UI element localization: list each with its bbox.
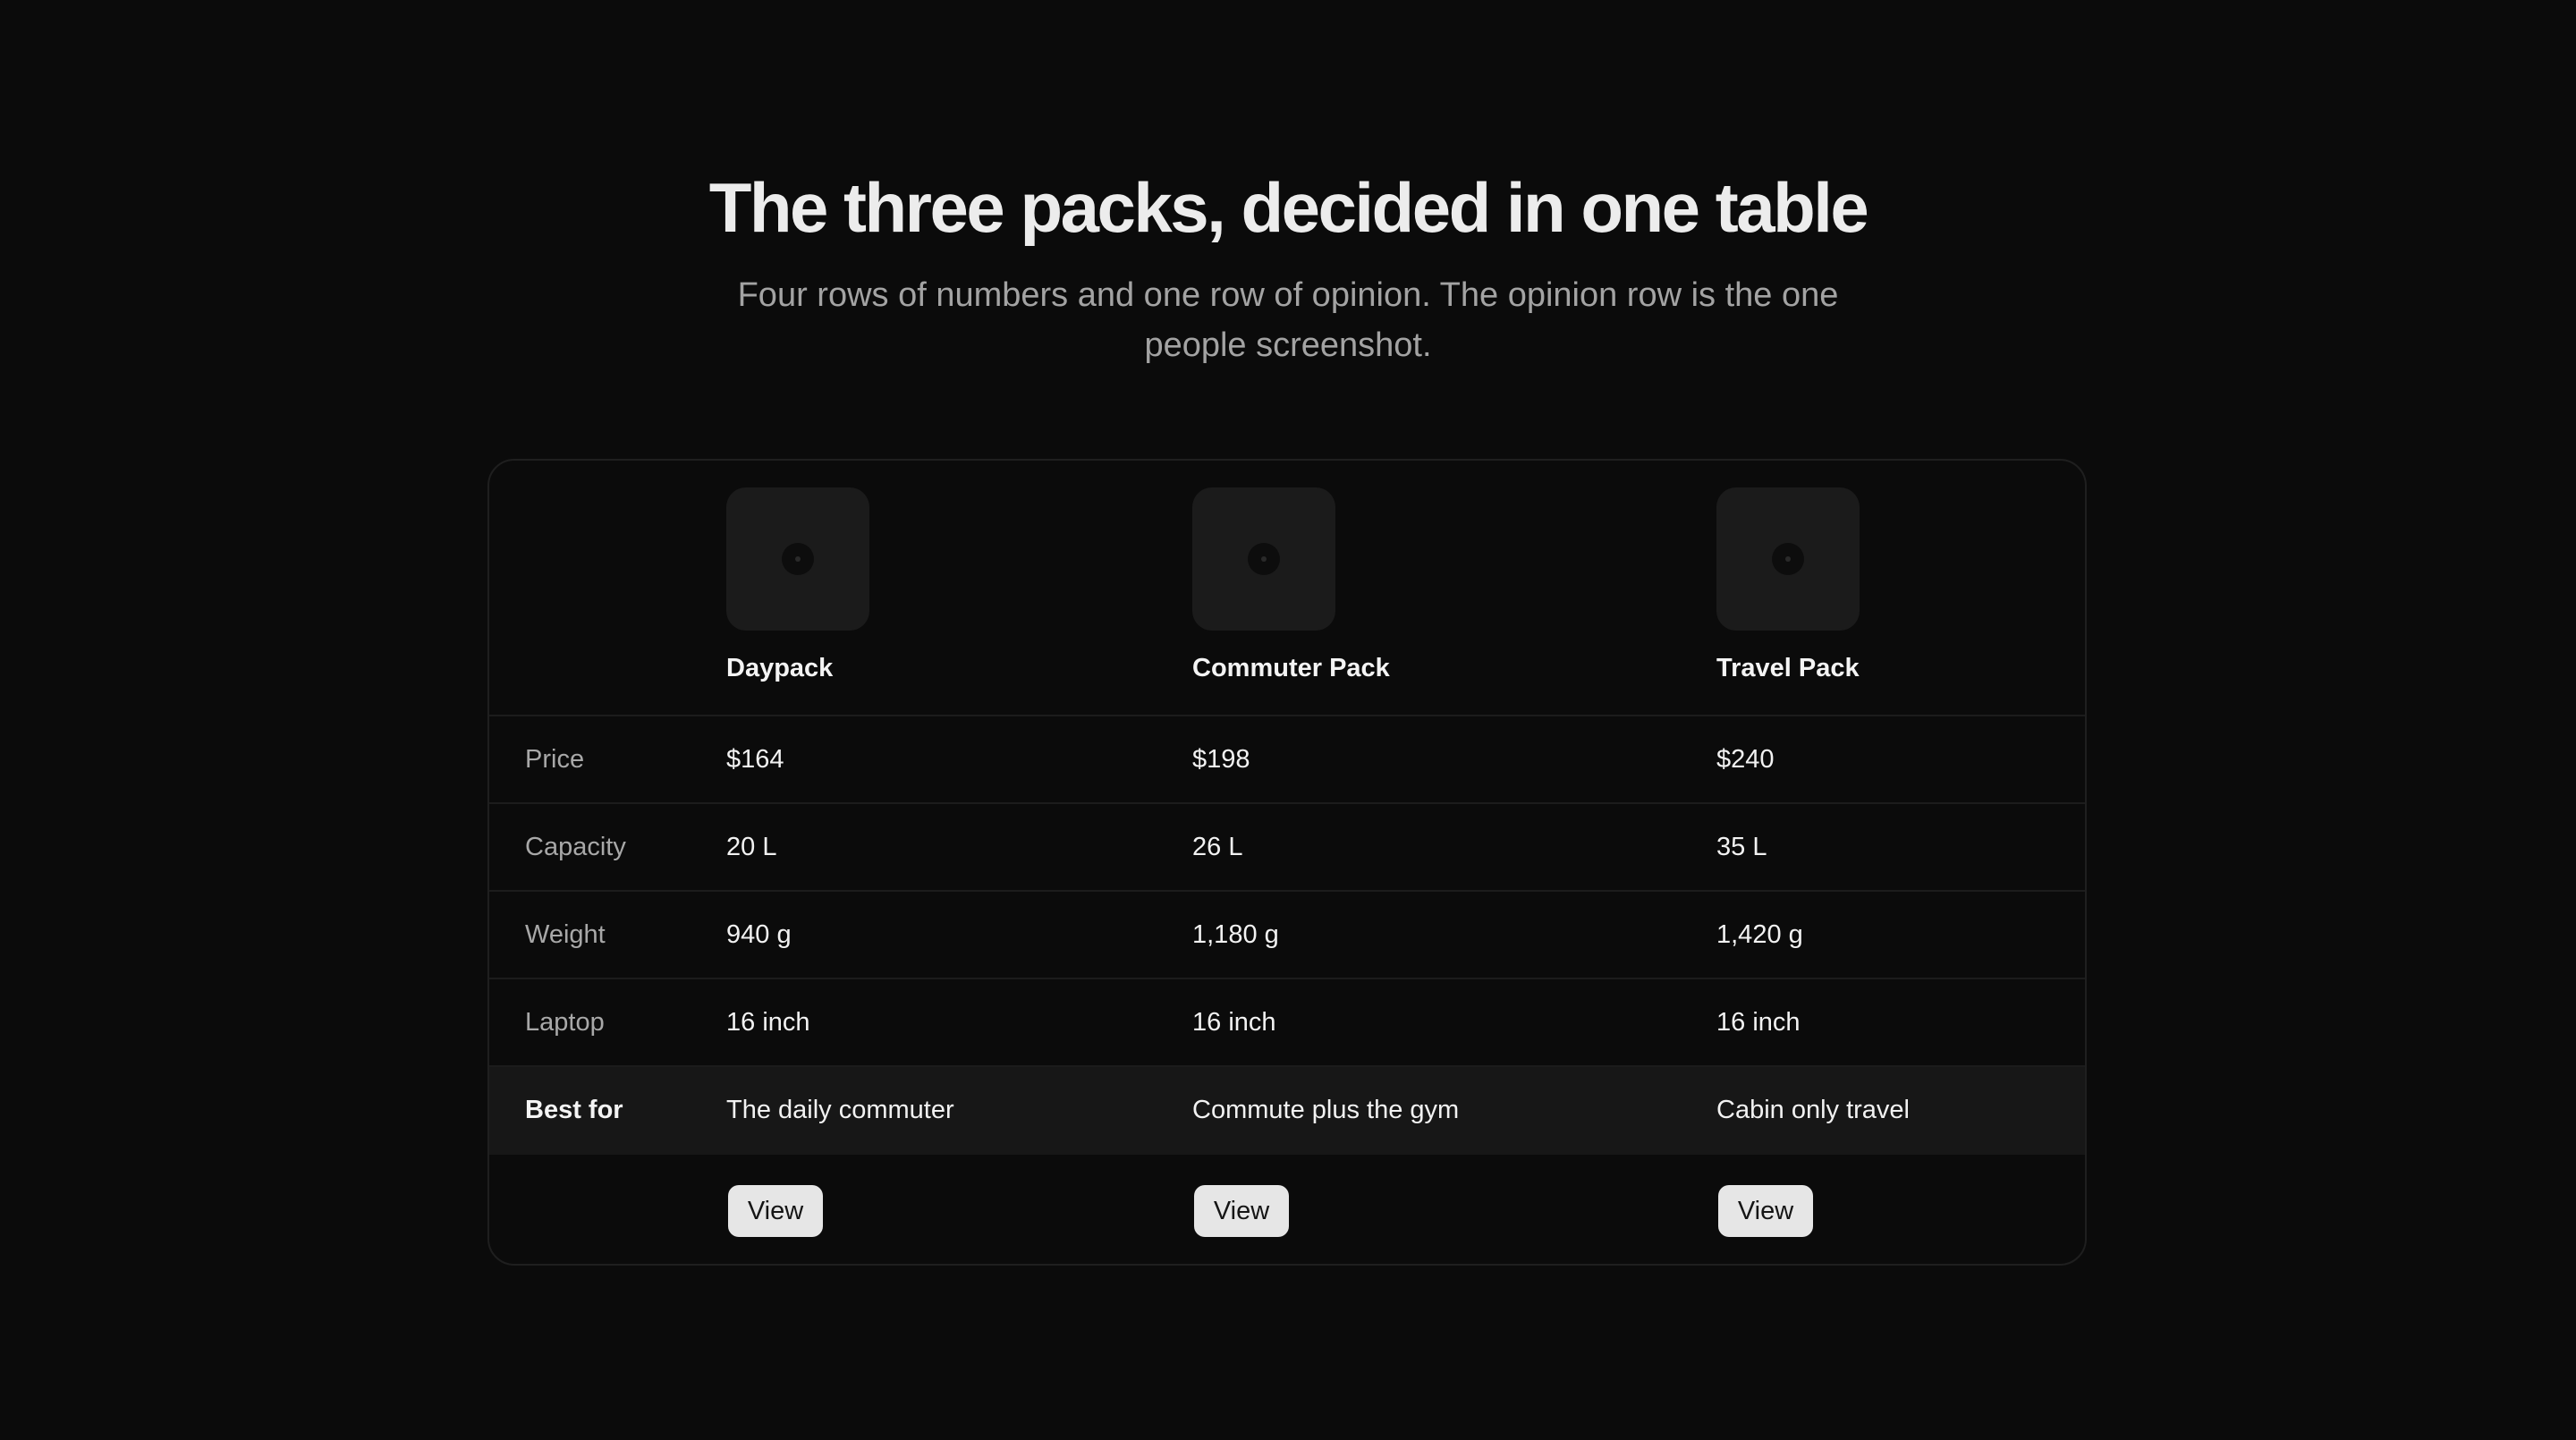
table-cell: 16 inch: [726, 1008, 810, 1037]
table-row-laptop: Laptop 16 inch 16 inch 16 inch: [489, 979, 2085, 1067]
table-cell: Cabin only travel: [1716, 1096, 1910, 1124]
table-row-price: Price $164 $198 $240: [489, 716, 2085, 804]
table-cell: The daily commuter: [726, 1096, 954, 1124]
page: The three packs, decided in one table Fo…: [0, 0, 2576, 1440]
product-image-placeholder-icon: [1716, 487, 1860, 631]
view-commuter-pack-button[interactable]: View: [1194, 1185, 1289, 1237]
table-cell: 16 inch: [1192, 1008, 1276, 1037]
product-name: Daypack: [726, 654, 834, 682]
row-label: Laptop: [525, 1008, 605, 1037]
table-cell: 16 inch: [1716, 1008, 1801, 1037]
table-cell: 20 L: [726, 833, 777, 861]
view-daypack-button[interactable]: View: [728, 1185, 823, 1237]
table-cell: 940 g: [726, 920, 792, 949]
comparison-table: Daypack Commuter Pack Travel Pack Price …: [487, 459, 2087, 1266]
view-travel-pack-button[interactable]: View: [1718, 1185, 1813, 1237]
product-name: Commuter Pack: [1192, 654, 1390, 682]
row-label: Capacity: [525, 833, 626, 861]
table-row-capacity: Capacity 20 L 26 L 35 L: [489, 804, 2085, 892]
row-label: Price: [525, 745, 585, 774]
table-cell: 35 L: [1716, 833, 1767, 861]
table-cell: 26 L: [1192, 833, 1243, 861]
table-cell: $198: [1192, 745, 1250, 774]
table-actions-row: View View View: [489, 1155, 2085, 1264]
table-cell: 1,420 g: [1716, 920, 1803, 949]
table-cell: $164: [726, 745, 784, 774]
product-header-daypack: Daypack: [726, 487, 869, 686]
product-image-placeholder-icon: [726, 487, 869, 631]
table-row-weight: Weight 940 g 1,180 g 1,420 g: [489, 892, 2085, 979]
product-header-travel-pack: Travel Pack: [1716, 487, 1860, 686]
page-subtitle: Four rows of numbers and one row of opin…: [737, 276, 1839, 364]
row-label: Weight: [525, 920, 606, 949]
table-cell: 1,180 g: [1192, 920, 1279, 949]
table-cell: Commute plus the gym: [1192, 1096, 1460, 1124]
row-label: Best for: [525, 1096, 623, 1124]
table-header-row: Daypack Commuter Pack Travel Pack: [489, 461, 2085, 716]
product-name: Travel Pack: [1716, 654, 1860, 682]
product-image-placeholder-icon: [1192, 487, 1335, 631]
table-row-best-for: Best for The daily commuter Commute plus…: [489, 1067, 2085, 1155]
page-title: The three packs, decided in one table: [708, 168, 1869, 247]
table-cell: $240: [1716, 745, 1775, 774]
product-header-commuter-pack: Commuter Pack: [1192, 487, 1390, 686]
